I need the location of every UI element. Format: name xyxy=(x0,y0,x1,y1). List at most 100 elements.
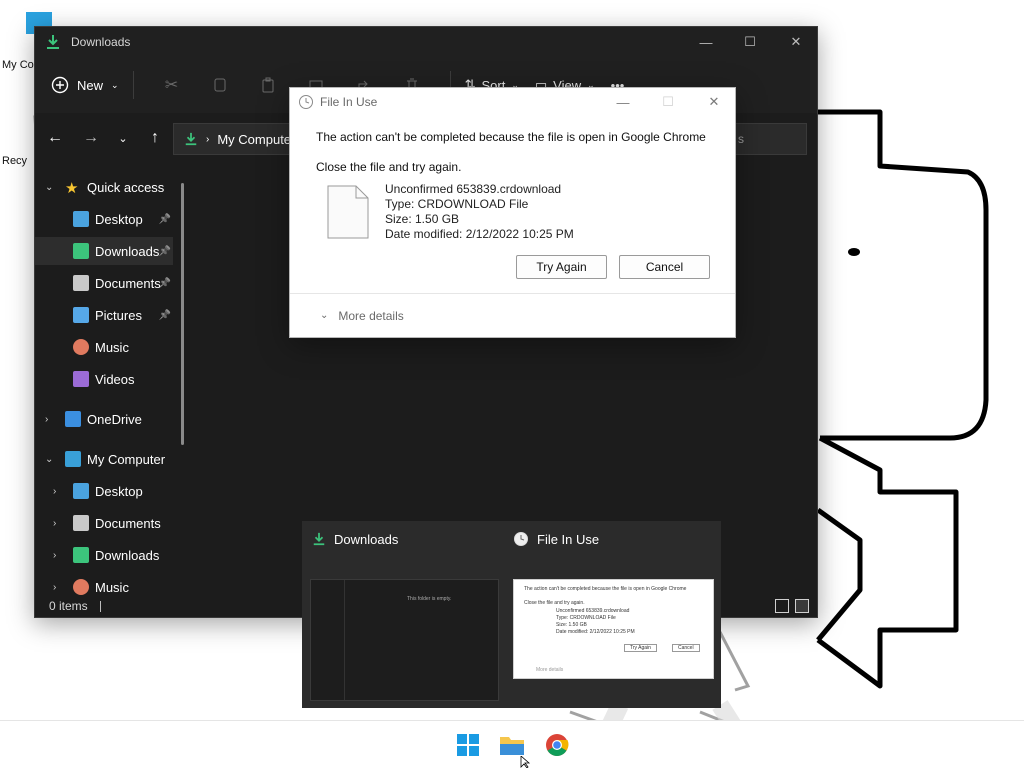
sidebar-item-videos[interactable]: Videos xyxy=(35,365,173,393)
start-icon xyxy=(457,734,479,756)
thumb-file-modified: Date modified: 2/12/2022 10:25 PM xyxy=(556,629,635,635)
sidebar-item-label: Documents xyxy=(95,275,161,291)
chevron-right-icon[interactable]: › xyxy=(53,486,63,497)
star-icon: ★ xyxy=(65,180,79,197)
paste-button[interactable] xyxy=(244,70,292,100)
sidebar-item-documents[interactable]: Documents 📌 xyxy=(35,269,173,297)
chevron-down-icon: ⌄ xyxy=(111,79,119,90)
scissors-icon: ✂ xyxy=(164,77,179,94)
sidebar-item-music[interactable]: Music xyxy=(35,333,173,361)
tiles-view-button[interactable] xyxy=(795,599,809,613)
minimize-button[interactable]: — xyxy=(683,27,729,57)
thumb-more-details: More details xyxy=(536,667,564,673)
clock-icon xyxy=(514,532,528,546)
back-button[interactable]: ← xyxy=(39,122,71,154)
breadcrumb-my-computer[interactable]: My Computer xyxy=(217,132,295,147)
copy-button[interactable] xyxy=(196,70,244,100)
file-explorer-taskbar-button[interactable] xyxy=(498,731,526,759)
chevron-right-icon[interactable]: › xyxy=(53,518,63,529)
plus-circle-icon xyxy=(51,76,69,94)
sidebar-item-label: Documents xyxy=(95,515,161,531)
dialog-instruction: Close the file and try again. xyxy=(316,160,462,174)
dialog-message: The action can't be completed because th… xyxy=(316,130,706,144)
dialog-maximize-button[interactable]: ☐ xyxy=(645,88,691,116)
sidebar-item-label: OneDrive xyxy=(87,411,142,427)
file-type: Type: CRDOWNLOAD File xyxy=(385,197,529,211)
chrome-taskbar-button[interactable] xyxy=(543,731,571,759)
dialog-titlebar[interactable]: File In Use — ☐ ✕ xyxy=(290,88,735,116)
sidebar-item-label: My Computer xyxy=(87,451,166,467)
pin-icon: 📌 xyxy=(158,309,171,321)
chevron-right-icon[interactable]: › xyxy=(45,414,55,425)
cancel-button[interactable]: Cancel xyxy=(619,255,710,279)
downloads-icon xyxy=(313,532,325,546)
desktop-folder-icon xyxy=(73,211,89,227)
search-placeholder: s xyxy=(738,132,744,146)
up-button[interactable]: ↑ xyxy=(139,122,171,154)
navigation-scrollbar[interactable] xyxy=(181,183,184,445)
maximize-icon: ☐ xyxy=(744,34,756,49)
videos-icon xyxy=(73,371,89,387)
more-details-label: More details xyxy=(338,308,404,323)
chevron-down-icon[interactable]: ⌄ xyxy=(45,182,55,193)
dialog-close-button[interactable]: ✕ xyxy=(691,88,737,116)
preview-header-downloads[interactable]: Downloads xyxy=(312,529,398,549)
recent-locations-button[interactable]: ⌄ xyxy=(107,122,139,154)
file-in-use-dialog[interactable]: File In Use — ☐ ✕ The action can't be co… xyxy=(289,87,736,338)
maximize-button[interactable]: ☐ xyxy=(727,27,773,57)
pin-icon: 📌 xyxy=(158,277,171,289)
downloads-icon xyxy=(185,132,197,146)
chrome-icon xyxy=(546,734,569,756)
new-label: New xyxy=(77,77,104,93)
toolbar-divider xyxy=(132,71,134,99)
close-button[interactable]: ✕ xyxy=(773,27,817,57)
chevron-right-icon[interactable]: › xyxy=(53,582,63,593)
sidebar-item-label: Pictures xyxy=(95,307,142,323)
arrow-left-icon: ← xyxy=(47,129,63,146)
sidebar-item-label: Music xyxy=(95,579,129,595)
explorer-titlebar[interactable]: Downloads — ☐ ✕ xyxy=(35,27,817,57)
start-button[interactable] xyxy=(454,731,482,759)
sidebar-item-pictures[interactable]: Pictures 📌 xyxy=(35,301,173,329)
arrow-up-icon: ↑ xyxy=(151,129,159,146)
sidebar-item-documents[interactable]: › Documents xyxy=(35,509,173,537)
item-count: 0 items xyxy=(49,599,88,613)
sidebar-item-onedrive[interactable]: › OneDrive xyxy=(35,405,173,433)
pin-icon: 📌 xyxy=(158,245,171,257)
new-button[interactable]: New ⌄ xyxy=(51,76,119,94)
cut-button[interactable]: ✂ xyxy=(148,70,196,100)
sidebar-item-downloads[interactable]: › Downloads xyxy=(35,541,173,569)
downloads-icon xyxy=(73,243,89,259)
preview-thumbnail-file-in-use[interactable]: The action can't be completed because th… xyxy=(513,579,714,679)
more-details-toggle[interactable]: ⌄ More details xyxy=(290,293,735,337)
thumb-empty-text: This folder is empty. xyxy=(407,596,452,602)
thumb-file-name: Unconfirmed 653839.crdownload xyxy=(556,608,630,614)
details-view-button[interactable] xyxy=(775,599,789,613)
music-icon xyxy=(73,579,89,595)
file-details: Unconfirmed 653839.crdownload Type: CRDO… xyxy=(385,182,574,242)
thumb-file-type: Type: CRDOWNLOAD File xyxy=(556,615,616,621)
sidebar-item-desktop[interactable]: › Desktop xyxy=(35,477,173,505)
window-title: Downloads xyxy=(71,35,131,49)
documents-icon xyxy=(73,515,89,531)
forward-button[interactable]: → xyxy=(75,122,107,154)
music-icon xyxy=(73,339,89,355)
preview-header-file-in-use[interactable]: File In Use xyxy=(513,529,599,549)
sidebar-item-my-computer[interactable]: ⌄ My Computer xyxy=(35,445,173,473)
paste-icon xyxy=(262,77,274,93)
file-name: Unconfirmed 653839.crdownload xyxy=(385,182,562,196)
dialog-minimize-button[interactable]: — xyxy=(600,88,646,116)
preview-thumbnail-downloads[interactable]: This folder is empty. xyxy=(310,579,499,701)
sidebar-item-downloads[interactable]: Downloads 📌 xyxy=(35,237,173,265)
sidebar-item-quick-access[interactable]: ⌄ ★ Quick access xyxy=(35,173,173,201)
sidebar-item-desktop[interactable]: Desktop 📌 xyxy=(35,205,173,233)
chevron-down-icon[interactable]: ⌄ xyxy=(45,454,55,465)
try-again-button[interactable]: Try Again xyxy=(516,255,607,279)
file-date-modified: Date modified: 2/12/2022 10:25 PM xyxy=(385,227,574,241)
sidebar-item-label: Music xyxy=(95,339,129,355)
chevron-right-icon[interactable]: › xyxy=(53,550,63,561)
chevron-down-icon: ⌄ xyxy=(118,132,128,145)
file-icon xyxy=(327,185,369,239)
pin-icon: 📌 xyxy=(158,213,171,225)
preview-title-downloads: Downloads xyxy=(334,531,399,547)
